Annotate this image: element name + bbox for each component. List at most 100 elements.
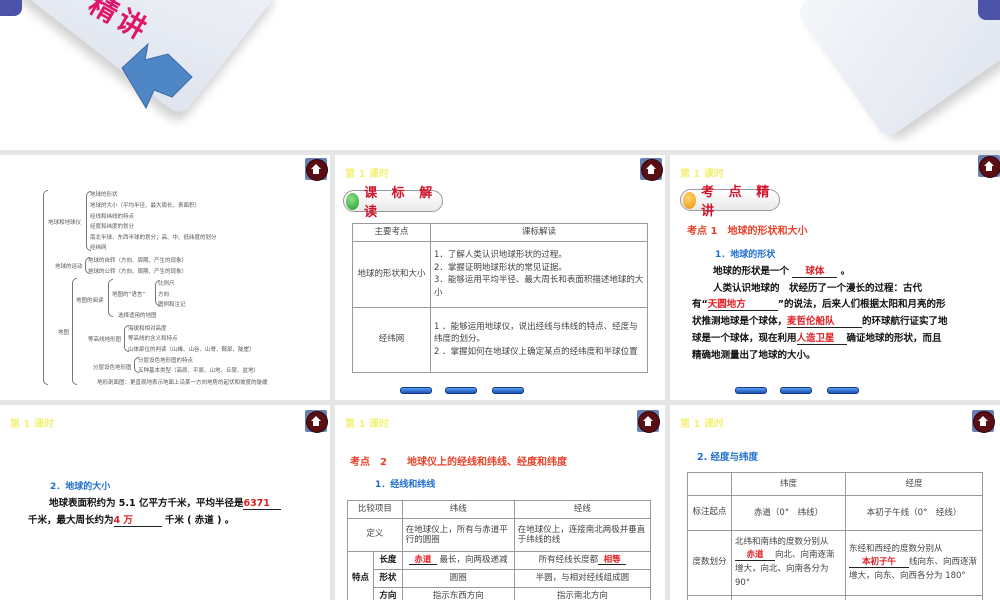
- cell: 本初子午线（0° 经线）: [845, 495, 983, 531]
- lesson-label: 第 1 课时: [680, 419, 724, 430]
- lesson-label: 第 1 课时: [345, 169, 389, 180]
- row-label: 度数划分: [687, 530, 732, 596]
- mm-sub: 地图的“语言”: [112, 292, 146, 298]
- cell: 指示南北方向: [513, 586, 652, 600]
- home-icon: [311, 164, 321, 174]
- home-icon: [643, 416, 653, 426]
- answer-blank: 4 万: [113, 516, 162, 527]
- mm-root: 地球和地球仪: [48, 220, 82, 226]
- slide-point2: 第 1 课时 考点 2 地球仪上的经线和纬线、经度和纬度 1．经线和纬线 比较项…: [335, 405, 665, 600]
- nav-button[interactable]: [827, 387, 859, 394]
- row-label: 形状: [373, 568, 403, 588]
- degrees-table: 纬度 经度 标注起点 赤道（0° 纬线） 本初子午线（0° 经线） 度数划分 北纬和南纬…: [687, 472, 983, 600]
- sub-heading: 2．地球的大小: [50, 482, 111, 492]
- cell: 圆圈: [401, 568, 515, 588]
- row-label: 标注起点: [687, 495, 732, 531]
- lesson-label: 第 1 课时: [345, 419, 389, 430]
- row-label: 特点: [347, 550, 374, 600]
- mm-item: 分层设色地形图的特点: [138, 358, 194, 364]
- mm-item: 海拔和相对高度: [128, 326, 167, 332]
- orange-dot-icon: [683, 191, 697, 209]
- mm-item: 经线和纬线的特点: [90, 214, 135, 220]
- answer-blank: 6371: [243, 499, 282, 510]
- row-label: 长度: [373, 550, 403, 570]
- mm-item: 地球的公转（方向、周期、产生的现象）: [88, 269, 188, 275]
- slide-degrees: 第 1 课时 2. 经度与纬度 纬度 经度 标注起点 赤道（0° 纬线） 本初子午线（…: [670, 405, 1000, 600]
- answer-blank: 球体: [792, 267, 838, 278]
- home-button[interactable]: [305, 410, 328, 433]
- answer-blank: 天圆地方: [707, 300, 778, 311]
- section-badge: 考 点 精 讲: [680, 185, 780, 219]
- lesson-label: 第 1 课时: [680, 169, 724, 180]
- mm-item: 经度和纬度的划分: [90, 224, 135, 230]
- cell: 在地球仪上，连接南北两极并垂直于纬线的线: [513, 517, 652, 552]
- home-icon: [984, 161, 994, 171]
- home-button[interactable]: [972, 410, 995, 433]
- mm-sub: 等高线地形图: [88, 337, 122, 343]
- mm-item: 方向: [158, 292, 170, 298]
- mm-item: 经纬网: [90, 245, 107, 251]
- sub-heading: 1．经线和纬线: [375, 480, 436, 490]
- nav-button[interactable]: [445, 387, 477, 394]
- corner-tab: [0, 0, 22, 16]
- arrow-icon: [121, 42, 193, 110]
- mm-item: 等高线的含义和特点: [128, 336, 178, 342]
- point-heading: 考点 1 地球的形状和大小: [687, 226, 808, 237]
- brace: [86, 191, 91, 251]
- answer-blank: 人造卫星: [796, 334, 847, 345]
- mm-item: 五种基本类型（高原、平原、山地、丘陵、盆地）: [138, 368, 260, 374]
- cell: 半圆，与相对经线组成圆: [513, 568, 652, 588]
- point-heading: 考点 2 地球仪上的经线和纬线、经度和纬度: [350, 457, 567, 468]
- header-cell: 比较项目: [347, 500, 403, 519]
- answer-blank: 相等: [598, 556, 627, 566]
- home-button[interactable]: [305, 158, 328, 181]
- standards-table: 主要考点 课标解读 地球的形状和大小 1．了解人类认识地球形状的过程。 2．掌握证明地…: [352, 223, 648, 373]
- mm-item: 图例和注记: [158, 302, 186, 308]
- mm-sub: 地图的阅读: [76, 298, 104, 304]
- slide-earth-size: 第 1 课时 2．地球的大小 地球表面积约为 5.1 亿平方千米，平均半径是63…: [0, 405, 330, 600]
- home-icon: [978, 416, 988, 426]
- cell: 在地球仪上，所有与赤道平行的圆圈: [401, 517, 515, 552]
- row-label: 方向: [373, 586, 403, 600]
- header-cell: 主要考点: [352, 223, 431, 242]
- items-cell: 1．了解人类认识地球形状的过程。 2．掌握证明地球形状的常见证据。 3．能够运用平均…: [430, 240, 648, 308]
- brace: [72, 278, 77, 385]
- slide-point1: 第 1 课时 考 点 精 讲 考点 1 地球的形状和大小 1．地球的形状 地球的…: [670, 155, 1000, 400]
- mm-item: 地形剖面图：更直观地表示地面上沿某一方向地势的起伏和坡度的陡缓: [97, 380, 268, 386]
- text-line: 精确地测量出了地球的大小。: [692, 350, 816, 361]
- home-button[interactable]: [978, 155, 1000, 178]
- nav-button[interactable]: [780, 387, 812, 394]
- cell: 指示东西方向: [401, 586, 515, 600]
- slide-standards: 第 1 课时 课 标 解 读 主要考点 课标解读 地球的形状和大小 1．了解人类认识…: [335, 155, 665, 400]
- mm-item: 南北半球、东西半球的划分；高、中、低纬度的划分: [90, 235, 217, 241]
- lesson-label: 第 1 课时: [10, 419, 54, 430]
- nav-button[interactable]: [400, 387, 432, 394]
- mm-item: 地球的自转（方向、周期、产生的现象）: [88, 258, 188, 264]
- answer-blank: 麦哲伦船队: [787, 317, 863, 328]
- header-cell: 纬线: [401, 500, 515, 519]
- slide-mindmap: 地球和地球仪 地球的形状 地球的大小（平均半径、最大周长、表面积） 经线和纬线的…: [0, 155, 330, 400]
- top-slide: 精讲: [0, 0, 1000, 150]
- header-cell: 经度: [845, 472, 983, 496]
- header-cell: [687, 472, 732, 496]
- brace: [108, 279, 113, 317]
- home-button[interactable]: [637, 410, 660, 433]
- corner-tab-right: [978, 0, 1000, 20]
- mm-root: 地图: [58, 330, 70, 336]
- sub-heading: 2. 经度与纬度: [697, 452, 759, 463]
- row-label: 定义: [347, 517, 403, 552]
- items-cell: 1 ．能够运用地球仪，说出经线与纬线的特点、经度与纬度的划分。 2 ．掌握如何在地…: [430, 306, 648, 373]
- mm-item: 比例尺: [158, 281, 175, 287]
- badge-label: 考 点 精 讲: [701, 185, 775, 219]
- text-line: 人类认识地球的 状经历了一个漫长的过程：古代: [713, 283, 923, 294]
- nav-button[interactable]: [735, 387, 767, 394]
- nav-button[interactable]: [492, 387, 524, 394]
- header-cell: 经线: [513, 500, 652, 519]
- answer-blank: 赤道: [408, 556, 437, 566]
- mm-sub: 分层设色地形图: [93, 365, 132, 371]
- mm-item: 地球的大小（平均半径、最大周长、表面积）: [90, 203, 201, 209]
- topic-cell: 地球的形状和大小: [352, 240, 431, 308]
- home-button[interactable]: [640, 158, 663, 181]
- answer-blank: 赤道: [735, 551, 775, 561]
- green-dot-icon: [346, 192, 360, 210]
